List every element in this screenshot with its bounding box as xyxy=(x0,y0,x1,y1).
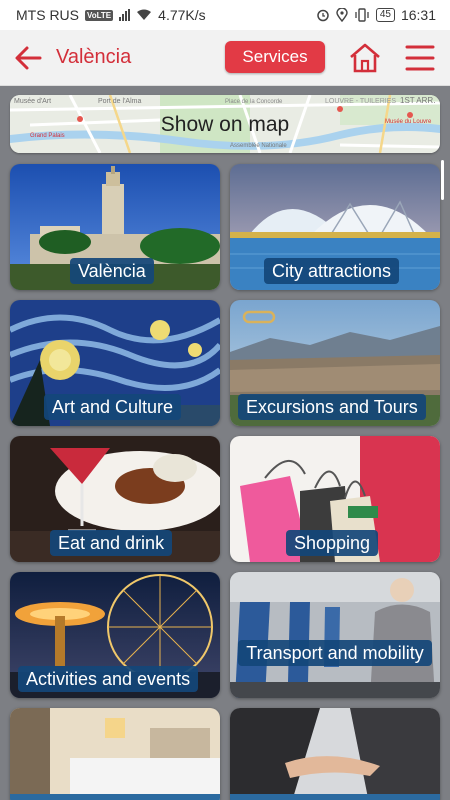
map-street-label: Musée d'Art xyxy=(14,98,51,105)
tile-valencia[interactable]: València xyxy=(10,164,220,290)
tile-city-attractions[interactable]: City attractions xyxy=(230,164,440,290)
tile-business[interactable] xyxy=(230,708,440,800)
show-on-map-label: Show on map xyxy=(160,113,290,136)
hamburger-menu-icon[interactable] xyxy=(405,44,435,72)
tile-label: Eat and drink xyxy=(50,530,173,556)
carrier-label: MTS RUS xyxy=(16,7,79,23)
business-image xyxy=(230,708,440,800)
clock: 16:31 xyxy=(400,7,436,23)
map-street-label: 1ST ARR. xyxy=(400,96,435,105)
status-bar: MTS RUS VoLTE 4.77K/s 45 16:31 xyxy=(0,0,450,30)
tile-art-and-culture[interactable]: Art and Culture xyxy=(10,300,220,426)
map-street-label: Assemblée Nationale xyxy=(230,143,287,149)
status-left: MTS RUS VoLTE 4.77K/s xyxy=(16,7,206,23)
map-street-label: Port de l'Alma xyxy=(98,98,141,105)
tile-accommodation[interactable] xyxy=(10,708,220,800)
status-right: 45 16:31 xyxy=(316,7,436,23)
tile-label: City attractions xyxy=(264,258,400,284)
app-bar: València Services xyxy=(0,30,450,86)
tile-label: Activities and events xyxy=(18,666,199,692)
tile-eat-and-drink[interactable]: Eat and drink xyxy=(10,436,220,562)
battery-icon: 45 xyxy=(375,8,395,22)
vibrate-icon xyxy=(355,8,369,22)
tile-label: Art and Culture xyxy=(44,394,182,420)
tile-activities-and-events[interactable]: Activities and events xyxy=(10,572,220,698)
tile-shopping[interactable]: Shopping xyxy=(230,436,440,562)
tile-label: Shopping xyxy=(286,530,379,556)
tile-label: Transport and mobility xyxy=(238,640,432,666)
services-button[interactable]: Services xyxy=(225,41,325,73)
wifi-icon xyxy=(137,9,152,20)
network-speed: 4.77K/s xyxy=(158,7,206,23)
tile-excursions-and-tours[interactable]: Excursions and Tours xyxy=(230,300,440,426)
map-preview[interactable]: Musée d'Art Port de l'Alma Place de la C… xyxy=(10,95,440,153)
location-icon xyxy=(336,8,348,22)
accommodation-image xyxy=(10,708,220,800)
map-street-label: LOUVRE - TUILERIES xyxy=(325,98,396,105)
volte-badge: VoLTE xyxy=(85,9,114,21)
alarm-icon xyxy=(317,9,329,22)
tile-transport-and-mobility[interactable]: Transport and mobility xyxy=(230,572,440,698)
signal-icon xyxy=(119,9,131,21)
tile-label: Excursions and Tours xyxy=(238,394,426,420)
back-arrow-icon[interactable] xyxy=(12,42,44,74)
tile-label: València xyxy=(70,258,154,284)
page-title: València xyxy=(56,46,132,68)
map-street-label: Place de la Concorde xyxy=(225,99,283,105)
scroll-indicator[interactable] xyxy=(441,160,444,200)
transport-and-mobility-image xyxy=(230,572,440,698)
home-icon[interactable] xyxy=(348,42,382,74)
